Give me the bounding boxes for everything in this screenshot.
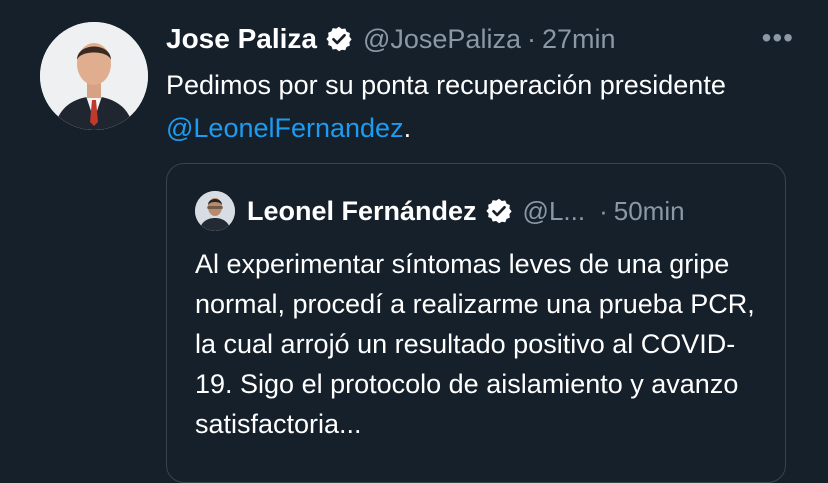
quoted-author-portrait-image <box>195 191 235 231</box>
author-name[interactable]: Jose Paliza <box>166 23 317 55</box>
quoted-tweet-card[interactable]: Leonel Fernández @L... · 50min Al experi… <box>166 163 786 483</box>
quoted-author-avatar[interactable] <box>195 191 235 231</box>
quoted-author-handle[interactable]: @L... <box>523 196 586 227</box>
quoted-tweet-text: Al experimentar síntomas leves de una gr… <box>195 249 755 439</box>
tweet-text: Pedimos por su ponta recuperación presid… <box>166 64 766 150</box>
tweet-header: Jose Paliza @JosePaliza · 27min ••• <box>166 18 808 60</box>
tweet-text-body: Pedimos por su ponta recuperación presid… <box>166 70 726 100</box>
quoted-author-name[interactable]: Leonel Fernández <box>247 196 477 227</box>
author-portrait-image <box>40 22 148 130</box>
mention-link[interactable]: @LeonelFernandez <box>166 113 404 143</box>
tweet-text-end: . <box>403 113 412 143</box>
author-handle[interactable]: @JosePaliza <box>363 24 521 55</box>
tweet-timestamp[interactable]: 27min <box>542 24 616 55</box>
quoted-verified-badge-icon <box>485 197 513 225</box>
quoted-tweet-timestamp[interactable]: 50min <box>614 196 685 227</box>
verified-badge-icon <box>325 25 353 53</box>
quoted-separator-dot: · <box>599 195 608 226</box>
more-options-icon[interactable]: ••• <box>762 22 794 54</box>
author-avatar[interactable] <box>40 22 148 130</box>
quoted-tweet-header: Leonel Fernández @L... · 50min <box>195 190 765 232</box>
separator-dot: · <box>526 23 536 54</box>
